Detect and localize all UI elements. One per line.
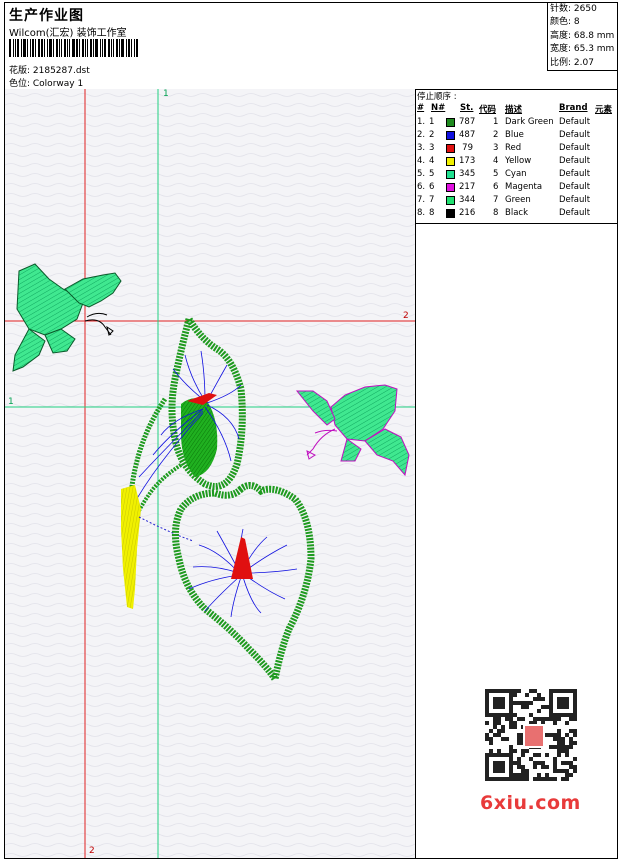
guide-label-green-top: 1 <box>163 89 169 99</box>
barcode-icon <box>9 39 149 57</box>
color-swatch <box>446 118 455 127</box>
row-code: 1 <box>493 117 499 127</box>
row-index: 5. <box>417 169 426 179</box>
row-code: 4 <box>493 156 499 166</box>
row-description: Yellow <box>505 156 532 166</box>
studio-subtitle: Wilcom(汇宏) 装饰工作室 <box>9 28 127 39</box>
row-description: Blue <box>505 130 524 140</box>
row-description: Green <box>505 195 531 205</box>
col-brand: Brand <box>559 103 588 113</box>
row-index: 8. <box>417 208 426 218</box>
sheet-header: 生产作业图 Wilcom(汇宏) 装饰工作室 花版: 2185287.dst 色… <box>5 3 617 90</box>
table-row: 3. 3 79 3 Red Default <box>417 143 617 156</box>
row-brand: Default <box>559 117 591 127</box>
colorway-label: 色位: Colorway 1 <box>9 79 84 89</box>
guide-label-red-top: 2 <box>403 311 409 321</box>
stop-sequence-panel: 停止顺序 : # N# St. 代码 描述 Brand 元素 1. 1 787 1 Da… <box>415 89 617 224</box>
row-code: 5 <box>493 169 499 179</box>
row-stitches: 216 <box>459 208 476 218</box>
site-watermark: 6xiu.com <box>480 792 581 814</box>
row-description: Black <box>505 208 528 218</box>
row-brand: Default <box>559 169 591 179</box>
row-index: 1. <box>417 117 426 127</box>
col-index: # <box>417 103 425 113</box>
row-index: 6. <box>417 182 426 192</box>
row-brand: Default <box>559 156 591 166</box>
row-stitches: 79 <box>462 143 473 153</box>
row-needle: 2 <box>429 130 435 140</box>
row-description: Red <box>505 143 522 153</box>
row-index: 3. <box>417 143 426 153</box>
row-needle: 7 <box>429 195 435 205</box>
row-description: Magenta <box>505 182 543 192</box>
design-file-label: 花版: 2185287.dst <box>9 66 90 76</box>
stop-sequence-title: 停止顺序 : <box>417 92 457 102</box>
embroidery-artwork <box>5 89 415 858</box>
row-brand: Default <box>559 182 591 192</box>
row-index: 7. <box>417 195 426 205</box>
row-code: 8 <box>493 208 499 218</box>
table-row: 7. 7 344 7 Green Default <box>417 195 617 208</box>
design-stats: 针数: 2650 颜色: 8 高度: 68.8 mm 宽度: 65.3 mm 比… <box>547 3 617 71</box>
row-description: Dark Green <box>505 117 554 127</box>
row-code: 7 <box>493 195 499 205</box>
row-needle: 3 <box>429 143 435 153</box>
table-row: 2. 2 487 2 Blue Default <box>417 130 617 143</box>
color-swatch <box>446 170 455 179</box>
row-needle: 4 <box>429 156 435 166</box>
row-brand: Default <box>559 208 591 218</box>
table-row: 6. 6 217 6 Magenta Default <box>417 182 617 195</box>
guide-label-green-left: 1 <box>8 397 14 407</box>
color-swatch <box>446 157 455 166</box>
row-stitches: 344 <box>459 195 476 205</box>
row-code: 2 <box>493 130 499 140</box>
table-row: 5. 5 345 5 Cyan Default <box>417 169 617 182</box>
design-height: 高度: 68.8 mm <box>550 30 615 41</box>
row-index: 2. <box>417 130 426 140</box>
row-needle: 5 <box>429 169 435 179</box>
page-title: 生产作业图 <box>9 8 84 24</box>
table-row: 4. 4 173 4 Yellow Default <box>417 156 617 169</box>
color-swatch <box>446 196 455 205</box>
row-stitches: 345 <box>459 169 476 179</box>
row-stitches: 173 <box>459 156 476 166</box>
row-brand: Default <box>559 143 591 153</box>
row-brand: Default <box>559 195 591 205</box>
col-element: 元素 <box>595 105 613 115</box>
col-stitches: St. <box>460 103 474 113</box>
row-stitches: 217 <box>459 182 476 192</box>
row-code: 3 <box>493 143 499 153</box>
table-row: 8. 8 216 8 Black Default <box>417 208 617 221</box>
row-code: 6 <box>493 182 499 192</box>
color-swatch <box>446 183 455 192</box>
stitch-count: 针数: 2650 <box>550 4 597 14</box>
stop-sequence-header: # N# St. 代码 描述 Brand 元素 <box>417 103 617 115</box>
row-needle: 8 <box>429 208 435 218</box>
guide-label-red-bottom: 2 <box>89 846 95 856</box>
row-brand: Default <box>559 130 591 140</box>
design-width: 宽度: 65.3 mm <box>550 44 615 55</box>
color-swatch <box>446 131 455 140</box>
design-scale: 比例: 2.07 <box>550 57 594 68</box>
color-swatch <box>446 144 455 153</box>
color-swatch <box>446 209 455 218</box>
qr-code-icon <box>471 684 589 788</box>
row-index: 4. <box>417 156 426 166</box>
row-description: Cyan <box>505 169 527 179</box>
embroidery-preview: 1 1 2 2 <box>5 89 416 858</box>
row-stitches: 787 <box>459 117 476 127</box>
row-stitches: 487 <box>459 130 476 140</box>
col-description: 描述 <box>505 105 523 115</box>
row-needle: 6 <box>429 182 435 192</box>
color-count: 颜色: 8 <box>550 17 580 28</box>
row-needle: 1 <box>429 117 435 127</box>
production-sheet: 生产作业图 Wilcom(汇宏) 装饰工作室 花版: 2185287.dst 色… <box>4 2 618 859</box>
table-row: 1. 1 787 1 Dark Green Default <box>417 117 617 130</box>
col-code: 代码 <box>479 105 497 115</box>
col-needle: N# <box>431 103 446 113</box>
